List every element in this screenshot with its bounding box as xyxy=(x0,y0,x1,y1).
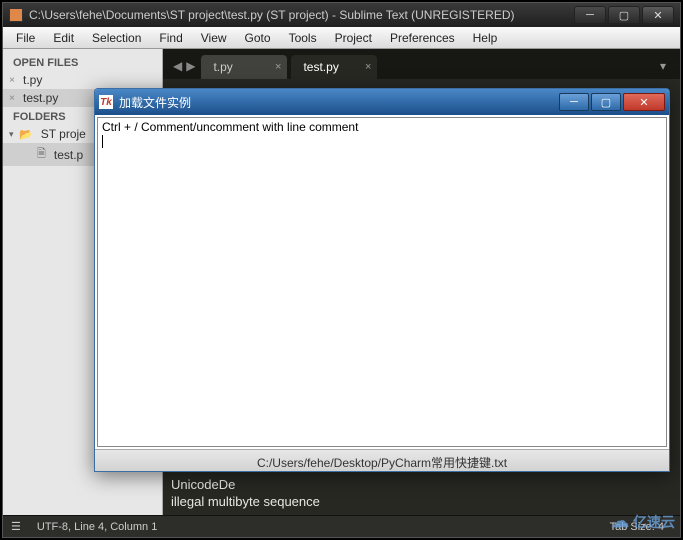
menubar: File Edit Selection Find View Goto Tools… xyxy=(3,27,680,49)
dialog-title: 加载文件实例 xyxy=(119,94,191,111)
menu-goto[interactable]: Goto xyxy=(236,29,280,47)
window-title: C:\Users\fehe\Documents\ST project\test.… xyxy=(29,8,572,22)
app-icon xyxy=(9,8,23,22)
close-icon[interactable]: × xyxy=(9,75,15,86)
minimize-button[interactable]: ─ xyxy=(574,6,606,24)
open-files-header: OPEN FILES xyxy=(3,53,162,71)
folder-label: ST proje xyxy=(41,127,86,141)
status-hamburger-icon[interactable]: ☰ xyxy=(11,520,21,533)
menu-file[interactable]: File xyxy=(7,29,44,47)
open-file-item[interactable]: × t.py xyxy=(3,71,162,89)
tab-label: test.py xyxy=(303,60,338,74)
dialog-window: Tk 加载文件实例 ─ ▢ ✕ Ctrl + / Comment/uncomme… xyxy=(94,88,670,472)
cloud-icon: ☁ xyxy=(611,511,629,532)
tab[interactable]: t.py × xyxy=(201,55,287,79)
dialog-maximize-button[interactable]: ▢ xyxy=(591,93,621,111)
tab-close-icon[interactable]: × xyxy=(365,61,371,73)
menu-preferences[interactable]: Preferences xyxy=(381,29,464,47)
open-file-label: t.py xyxy=(23,73,42,87)
maximize-button[interactable]: ▢ xyxy=(608,6,640,24)
close-button[interactable]: ✕ xyxy=(642,6,674,24)
statusbar: ☰ UTF-8, Line 4, Column 1 Tab Size: 4 xyxy=(3,515,680,537)
menu-selection[interactable]: Selection xyxy=(83,29,150,47)
tk-icon: Tk xyxy=(99,95,113,109)
tab-close-icon[interactable]: × xyxy=(275,61,281,73)
menu-tools[interactable]: Tools xyxy=(280,29,326,47)
file-icon xyxy=(37,145,50,164)
chevron-down-icon: ▾ xyxy=(9,129,14,140)
file-label: test.p xyxy=(54,148,83,162)
text-cursor xyxy=(102,135,103,148)
menu-edit[interactable]: Edit xyxy=(44,29,83,47)
menu-project[interactable]: Project xyxy=(326,29,381,47)
menu-help[interactable]: Help xyxy=(464,29,507,47)
tab-overflow-icon[interactable]: ▾ xyxy=(650,59,676,79)
tab-next-icon[interactable]: ▶ xyxy=(186,59,195,73)
dialog-minimize-button[interactable]: ─ xyxy=(559,93,589,111)
dialog-titlebar[interactable]: Tk 加载文件实例 ─ ▢ ✕ xyxy=(95,89,669,115)
menu-view[interactable]: View xyxy=(192,29,236,47)
status-left[interactable]: UTF-8, Line 4, Column 1 xyxy=(29,521,165,533)
tabbar: ◀ ▶ t.py × test.py × ▾ xyxy=(163,49,680,79)
close-icon[interactable]: × xyxy=(9,93,15,104)
folder-icon xyxy=(19,127,37,141)
tab[interactable]: test.py × xyxy=(291,55,377,79)
tab-label: t.py xyxy=(213,60,232,74)
open-file-label: test.py xyxy=(23,91,58,105)
dialog-close-button[interactable]: ✕ xyxy=(623,93,665,111)
menu-find[interactable]: Find xyxy=(150,29,191,47)
watermark: ☁ 亿速云 xyxy=(611,511,675,532)
dialog-status-path: C:/Users/fehe/Desktop/PyCharm常用快捷键.txt xyxy=(257,454,507,471)
dialog-statusbar: C:/Users/fehe/Desktop/PyCharm常用快捷键.txt xyxy=(95,449,669,472)
main-titlebar[interactable]: C:\Users\fehe\Documents\ST project\test.… xyxy=(3,3,680,27)
tab-prev-icon[interactable]: ◀ xyxy=(173,59,182,73)
dialog-text-area[interactable]: Ctrl + / Comment/uncomment with line com… xyxy=(97,117,667,447)
